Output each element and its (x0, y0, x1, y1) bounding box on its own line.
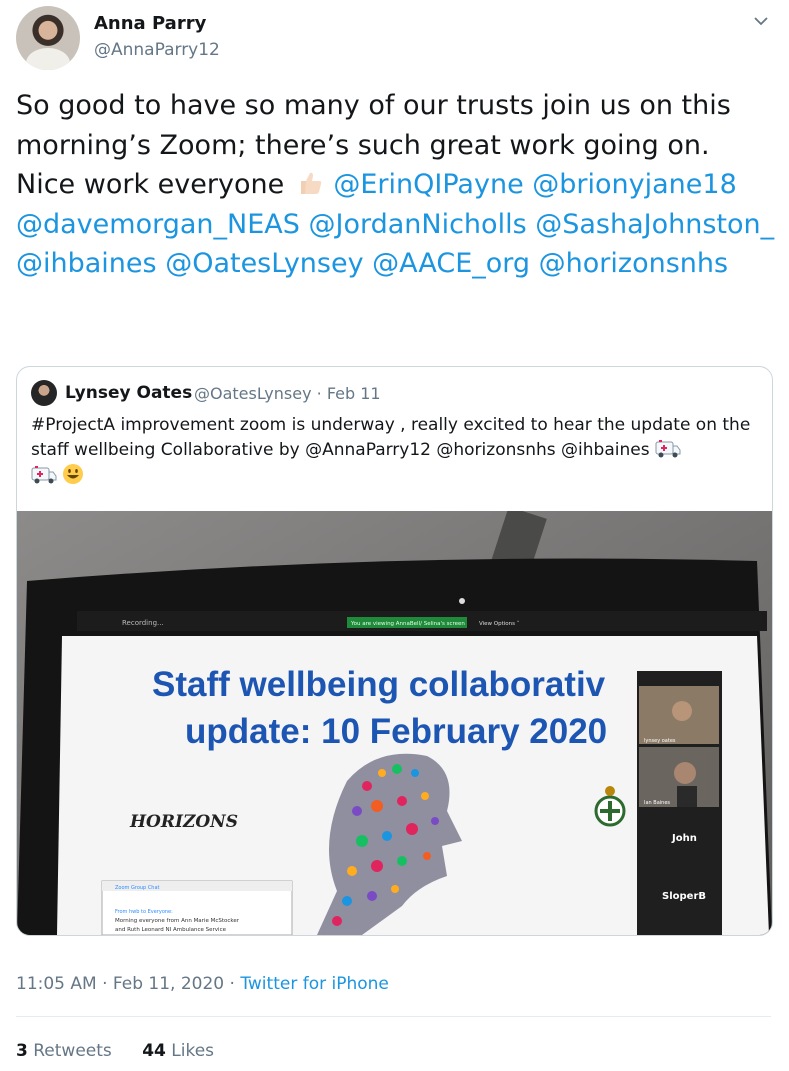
likes-stat[interactable]: 44 Likes (142, 1041, 214, 1061)
mention-link[interactable]: @SashaJohnston_ (535, 209, 774, 240)
zoom-viewing-banner: You are viewing AnnaBell/ Selina's scree… (350, 621, 465, 627)
likes-label: Likes (171, 1041, 215, 1061)
zoom-chat-line2: and Ruth Leonard NI Ambulance Service (115, 927, 227, 933)
participant-top-label: lynsey oates (644, 738, 676, 744)
author-avatar[interactable] (16, 6, 80, 70)
mention-link[interactable]: @OatesLynsey (165, 248, 363, 279)
retweets-stat[interactable]: 3 Retweets (16, 1041, 112, 1061)
quoted-handle-date[interactable]: @OatesLynsey · Feb 11 (194, 384, 381, 403)
slide-title-line1: Staff wellbeing collaborativ (152, 665, 606, 704)
divider (16, 1016, 771, 1017)
zoom-screenshot-photo[interactable]: Recording... You are viewing AnnaBell/ S… (17, 511, 772, 935)
mention-link[interactable]: @davemorgan_NEAS (16, 209, 300, 240)
tweet-stats: 3 Retweets 44 Likes (16, 1041, 239, 1061)
retweets-label: Retweets (33, 1041, 112, 1061)
slide-title-line2: update: 10 February 2020 (185, 712, 607, 751)
zoom-chat-line1: Morning everyone from Ann Marie McStocke… (115, 918, 240, 924)
quoted-body: #ProjectA improvement zoom is underway ,… (31, 415, 751, 460)
grinning-face-icon (63, 464, 84, 484)
view-options-button[interactable]: View Options ˅ (479, 620, 520, 627)
retweets-count: 3 (16, 1041, 28, 1061)
participant-sloperb-label: SloperB (662, 891, 706, 902)
author-display-name[interactable]: Anna Parry (94, 13, 206, 34)
author-handle[interactable]: @AnnaParry12 (94, 40, 220, 60)
tweet-text: So good to have so many of our trusts jo… (16, 86, 776, 284)
chevron-down-icon[interactable] (750, 10, 772, 32)
tweet-timestamp[interactable]: 11:05 AM · Feb 11, 2020 · (16, 974, 235, 994)
tweet-metadata: 11:05 AM · Feb 11, 2020 · Twitter for iP… (16, 974, 389, 994)
mention-link[interactable]: @JordanNicholls (308, 209, 526, 240)
mention-link[interactable]: @ErinQIPayne (333, 169, 523, 200)
mention-link[interactable]: @brionyjane18 (532, 169, 736, 200)
quoted-display-name[interactable]: Lynsey Oates (65, 383, 192, 403)
quoted-tweet[interactable]: Lynsey Oates @OatesLynsey · Feb 11 #Proj… (16, 366, 773, 936)
participant-john-label: John (671, 833, 697, 844)
participant-mid-label: Ian Baines (644, 800, 670, 806)
zoom-chat-title: Zoom Group Chat (115, 885, 160, 891)
likes-count: 44 (142, 1041, 166, 1061)
mention-link[interactable]: @horizonsnhs (539, 248, 728, 279)
zoom-recording-label: Recording... (122, 619, 164, 627)
mention-link[interactable]: @AACE_org (372, 248, 530, 279)
ambulance-icon (31, 466, 57, 484)
ambulance-icon (655, 440, 681, 458)
tweet-source-link[interactable]: Twitter for iPhone (240, 974, 389, 994)
thumbs-up-icon (300, 172, 322, 194)
quoted-text: #ProjectA improvement zoom is underway ,… (31, 413, 761, 489)
horizons-logo-text: HORIZONS (129, 812, 238, 832)
zoom-chat-from: From hwb to Everyone: (115, 909, 173, 915)
quoted-avatar[interactable] (31, 380, 57, 406)
mention-link[interactable]: @ihbaines (16, 248, 157, 279)
